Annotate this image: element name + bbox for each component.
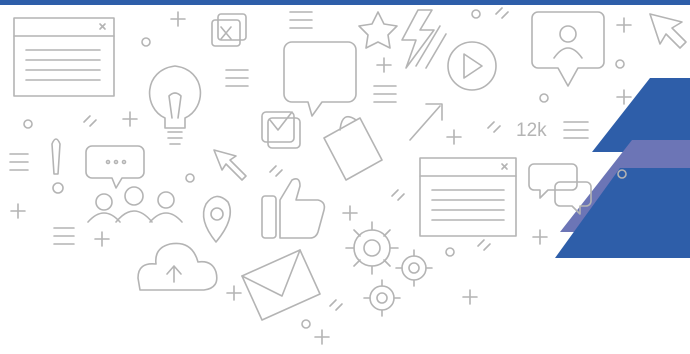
arrow-up-right-icon bbox=[409, 103, 443, 141]
checkbox-icon bbox=[261, 111, 301, 149]
close-box-icon bbox=[211, 13, 247, 47]
menu-lines-icon bbox=[563, 121, 589, 139]
profile-chat-icon bbox=[531, 11, 605, 87]
envelope-icon bbox=[241, 249, 321, 321]
browser-window-right-icon bbox=[419, 157, 517, 237]
speech-bubble-icon bbox=[283, 41, 357, 117]
lightning-icon bbox=[401, 9, 447, 69]
icon-doodle-pattern: 12k bbox=[9, 7, 690, 345]
gears-icon bbox=[345, 221, 433, 317]
cursor-arrow-icon bbox=[649, 13, 687, 49]
thumbs-up-icon bbox=[261, 178, 326, 239]
browser-window-icon bbox=[13, 17, 115, 97]
location-pin-icon bbox=[202, 195, 232, 243]
shopping-bag-icon bbox=[323, 115, 383, 181]
star-icon bbox=[358, 11, 398, 49]
lines-icon bbox=[9, 11, 397, 245]
pointer-arrow-icon bbox=[213, 149, 247, 181]
play-button-icon bbox=[447, 41, 497, 91]
counter-12k: 12k bbox=[516, 120, 547, 141]
cloud-upload-icon bbox=[137, 242, 218, 291]
users-icon bbox=[87, 186, 183, 223]
chat-bubbles-icon bbox=[528, 163, 592, 215]
lightbulb-icon bbox=[148, 65, 202, 145]
hero-banner: 12k bbox=[0, 0, 690, 354]
exclamation-icon bbox=[51, 138, 64, 194]
typing-bubble-icon bbox=[85, 145, 145, 189]
